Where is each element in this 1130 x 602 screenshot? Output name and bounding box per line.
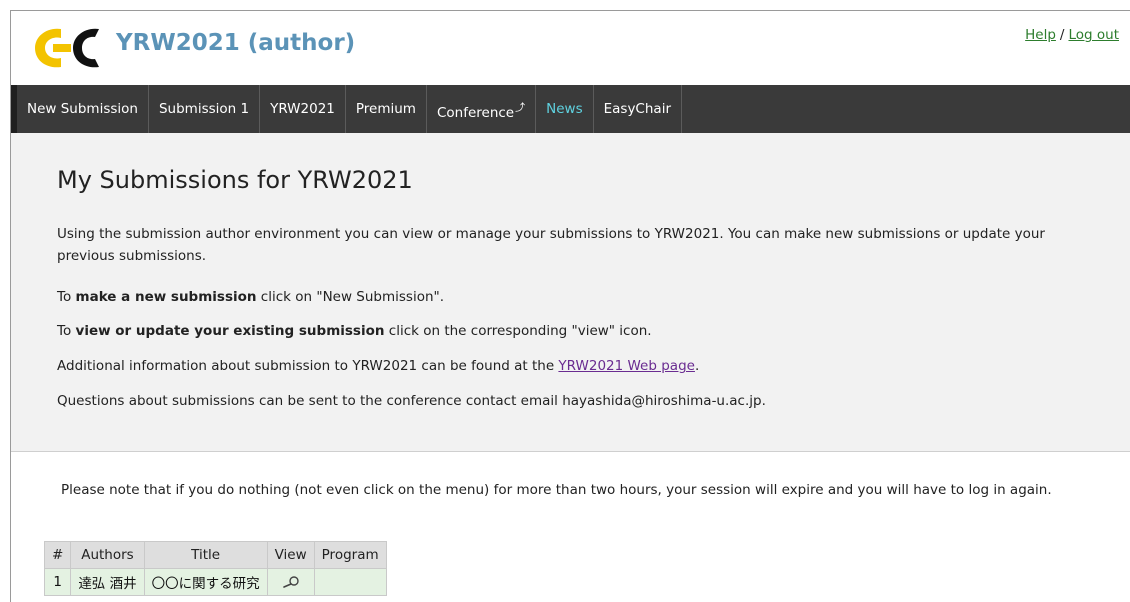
info-suffix: . bbox=[694, 358, 700, 374]
contact-text: Questions about submissions can be sent … bbox=[57, 393, 766, 409]
menu-item-news[interactable]: News bbox=[536, 85, 594, 133]
top-links: Help / Log out bbox=[1025, 27, 1119, 43]
row-view-cell bbox=[266, 568, 315, 596]
row-number: 1 bbox=[43, 568, 72, 596]
menu-bar: New Submission Submission 1 YRW2021 Prem… bbox=[11, 85, 1130, 133]
session-note: Please note that if you do nothing (not … bbox=[61, 482, 1052, 498]
app-title: YRW2021 (author) bbox=[116, 30, 356, 56]
hint-suffix: click on "New Submission". bbox=[256, 289, 445, 305]
info-prefix: Additional information about submission … bbox=[57, 358, 559, 374]
main-panel: My Submissions for YRW2021 Using the sub… bbox=[11, 133, 1130, 452]
help-link[interactable]: Help bbox=[1025, 27, 1056, 43]
col-program-header: Program bbox=[313, 541, 387, 569]
hint-bold: view or update your existing submission bbox=[75, 323, 385, 339]
hint-suffix: click on the corresponding "view" icon. bbox=[384, 323, 652, 339]
menu: New Submission Submission 1 YRW2021 Prem… bbox=[17, 85, 682, 133]
menu-item-new-submission[interactable]: New Submission bbox=[17, 85, 149, 133]
hint-bold: make a new submission bbox=[75, 289, 257, 305]
menu-item-premium[interactable]: Premium bbox=[346, 85, 427, 133]
col-authors-header: Authors bbox=[70, 541, 145, 569]
page-title: My Submissions for YRW2021 bbox=[57, 166, 413, 194]
yrw2021-web-page-link[interactable]: YRW2021 Web page bbox=[558, 358, 695, 374]
col-view-header: View bbox=[266, 541, 315, 569]
row-title: 〇〇に関する研究 bbox=[143, 568, 268, 596]
intro-text: Using the submission author environment … bbox=[57, 226, 1045, 264]
hint-prefix: To bbox=[57, 289, 76, 305]
col-title-header: Title bbox=[143, 541, 268, 569]
update-submission-hint: To view or update your existing submissi… bbox=[57, 320, 1097, 342]
new-submission-hint: To make a new submission click on "New S… bbox=[57, 286, 1097, 308]
submissions-table: # Authors Title View Program 1 達弘 酒井 〇〇に… bbox=[43, 541, 387, 596]
row-authors: 達弘 酒井 bbox=[70, 568, 145, 596]
menu-item-conference[interactable]: Conference⤴ bbox=[427, 85, 537, 133]
col-number-header: # bbox=[43, 541, 72, 569]
header: YRW2021 (author) Help / Log out bbox=[11, 11, 1130, 85]
table-row: 1 達弘 酒井 〇〇に関する研究 bbox=[43, 568, 387, 596]
hint-prefix: To bbox=[57, 323, 76, 339]
table-header-row: # Authors Title View Program bbox=[43, 541, 387, 569]
menu-item-submission-1[interactable]: Submission 1 bbox=[149, 85, 261, 133]
external-link-icon: ⤴ bbox=[515, 103, 526, 114]
app-window: YRW2021 (author) Help / Log out New Submis… bbox=[10, 10, 1130, 602]
magnifier-icon[interactable] bbox=[280, 575, 302, 589]
row-program bbox=[313, 568, 387, 596]
menu-item-conference-label: Conference bbox=[436, 105, 515, 121]
menu-item-easychair[interactable]: EasyChair bbox=[594, 85, 682, 133]
easychair-logo-icon bbox=[35, 28, 99, 68]
link-separator: / bbox=[1059, 27, 1065, 43]
logout-link[interactable]: Log out bbox=[1068, 27, 1119, 43]
info-text: Additional information about submission … bbox=[57, 355, 1097, 377]
menu-item-yrw2021[interactable]: YRW2021 bbox=[260, 85, 346, 133]
